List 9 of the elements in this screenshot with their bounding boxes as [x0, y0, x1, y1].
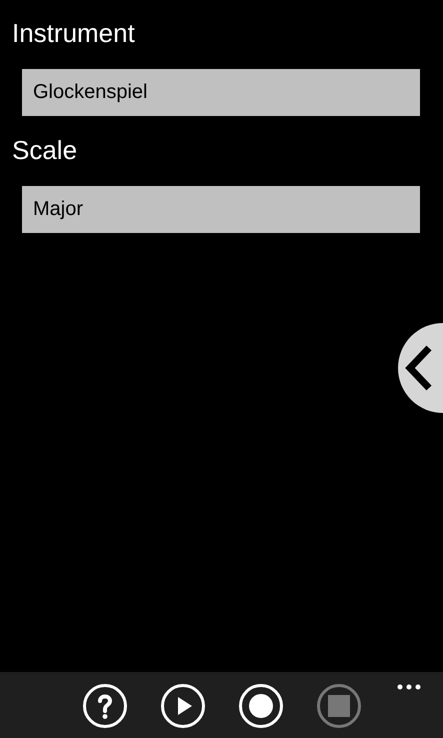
field-label: Scale — [12, 134, 78, 167]
record-button[interactable] — [238, 683, 284, 729]
field-label: Instrument — [12, 17, 135, 50]
play-button[interactable] — [160, 683, 206, 729]
picker-field[interactable]: Glockenspiel — [22, 69, 420, 116]
picker-field[interactable]: Major — [22, 186, 420, 233]
help-button[interactable] — [82, 683, 128, 729]
side-tab[interactable] — [397, 323, 443, 413]
more-icon[interactable] — [397, 684, 421, 690]
